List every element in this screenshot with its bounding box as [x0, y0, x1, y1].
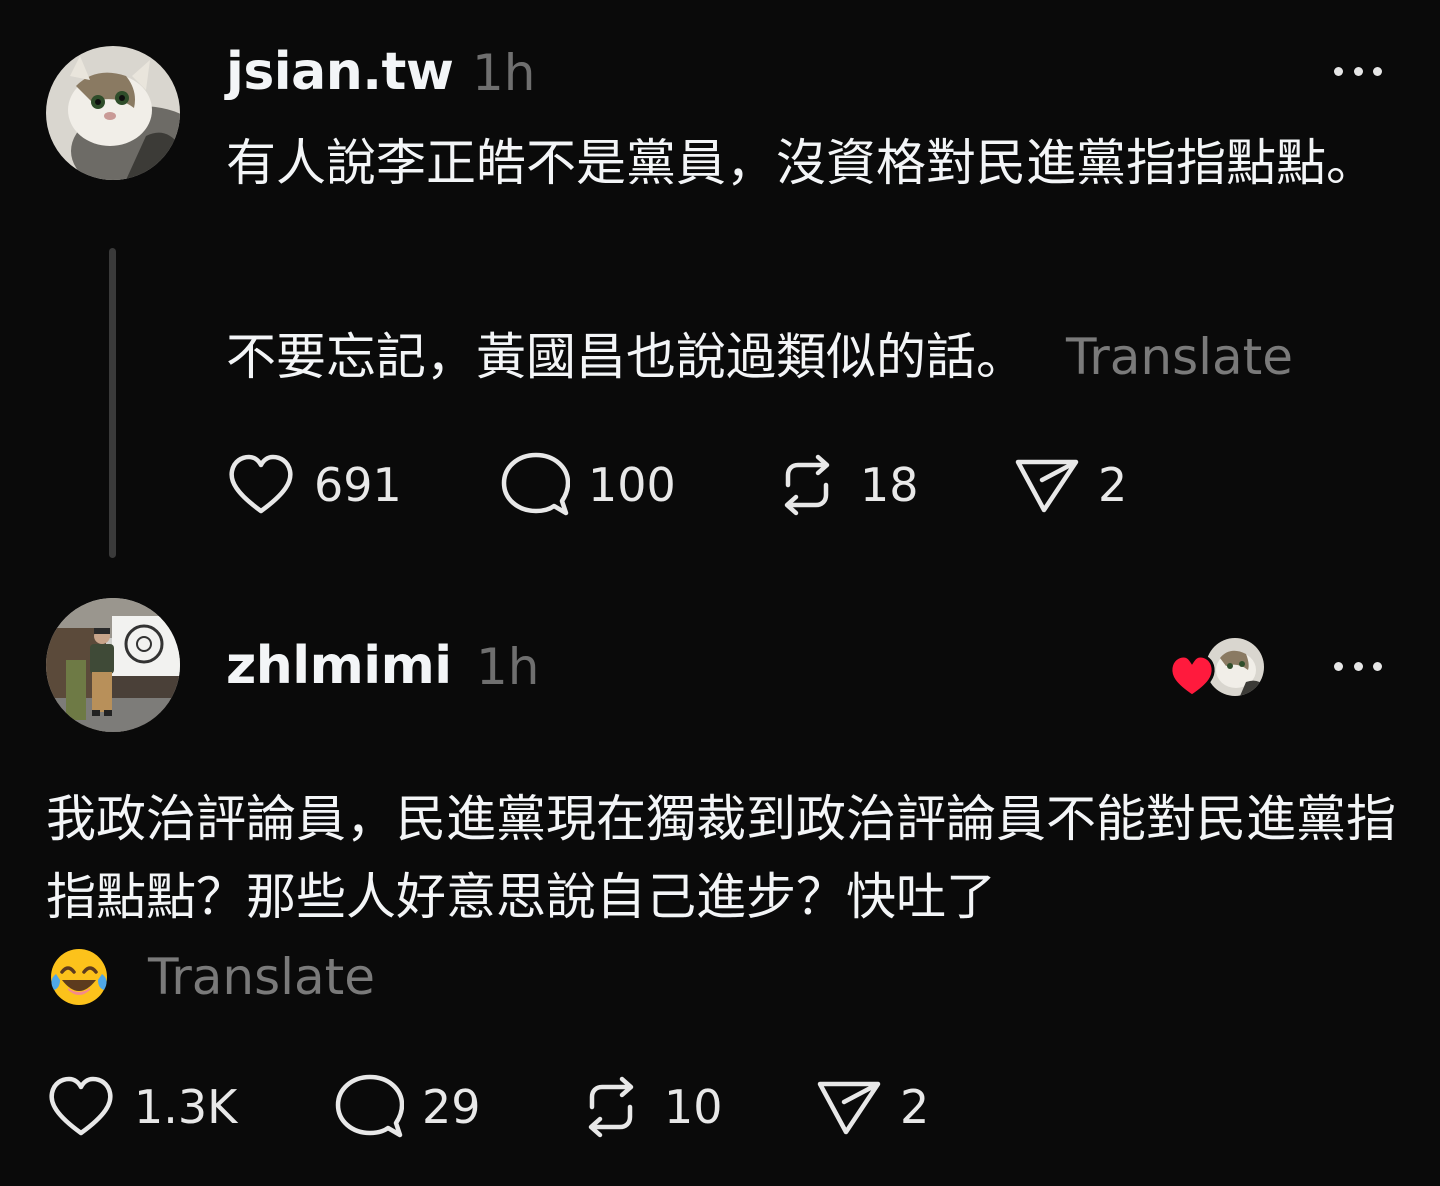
translate-link[interactable]: Translate — [148, 938, 375, 1016]
repost-icon — [784, 454, 830, 516]
share-count: 2 — [900, 1080, 930, 1134]
repost-count: 18 — [860, 458, 919, 512]
reply-count: 100 — [588, 458, 676, 512]
repost-count: 10 — [664, 1080, 723, 1134]
reply-count: 29 — [422, 1080, 481, 1134]
like-button[interactable]: 691 — [226, 453, 500, 517]
heart-icon — [229, 454, 293, 514]
post-text-tail: Translate — [46, 938, 375, 1016]
more-icon[interactable] — [1334, 63, 1382, 79]
translate-link[interactable]: Translate — [1066, 328, 1293, 386]
repost-button[interactable]: 18 — [772, 451, 1014, 519]
username[interactable]: jsian.tw — [226, 42, 454, 102]
heart-icon — [49, 1076, 113, 1136]
post-time: 1h — [472, 44, 536, 102]
laughing-tears-emoji-icon — [51, 949, 107, 1005]
thread-line — [109, 248, 116, 558]
share-button[interactable]: 2 — [1014, 454, 1127, 516]
post-text-paragraph: 不要忘記，黃國昌也說過類似的話。 Translate — [226, 318, 1406, 396]
post-text-line: 不要忘記，黃國昌也說過類似的話。 — [226, 328, 1026, 386]
post-text-paragraph: 有人說李正皓不是黨員，沒資格對民進黨指指點點。 — [226, 134, 1376, 192]
avatar-jsian[interactable] — [46, 46, 180, 180]
more-icon[interactable] — [1334, 658, 1382, 674]
repost-button[interactable]: 10 — [576, 1073, 816, 1141]
liked-by-author-badge — [1168, 636, 1266, 700]
username[interactable]: zhlmimi — [226, 636, 452, 696]
like-count: 691 — [314, 458, 402, 512]
comment-bubble-icon — [501, 452, 570, 516]
comment-bubble-icon — [335, 1074, 404, 1138]
post-time: 1h — [476, 638, 540, 696]
share-count: 2 — [1098, 458, 1128, 512]
avatar-zhlmimi[interactable] — [46, 598, 180, 732]
heart-icon — [1169, 654, 1215, 698]
share-button[interactable]: 2 — [816, 1076, 929, 1138]
post-actions: 691 100 18 2 — [226, 450, 1127, 520]
post-text: 我政治評論員，民進黨現在獨裁到政治評論員不能對民進黨指指點點？那些人好意思說自己… — [46, 790, 1396, 926]
like-button[interactable]: 1.3K — [46, 1075, 334, 1139]
reply-button[interactable]: 100 — [500, 451, 772, 519]
send-icon — [1015, 459, 1079, 513]
like-count: 1.3K — [134, 1080, 238, 1134]
send-icon — [817, 1081, 881, 1135]
repost-icon — [588, 1076, 634, 1138]
post-actions: 1.3K 29 10 2 — [46, 1072, 929, 1142]
reply-button[interactable]: 29 — [334, 1073, 576, 1141]
